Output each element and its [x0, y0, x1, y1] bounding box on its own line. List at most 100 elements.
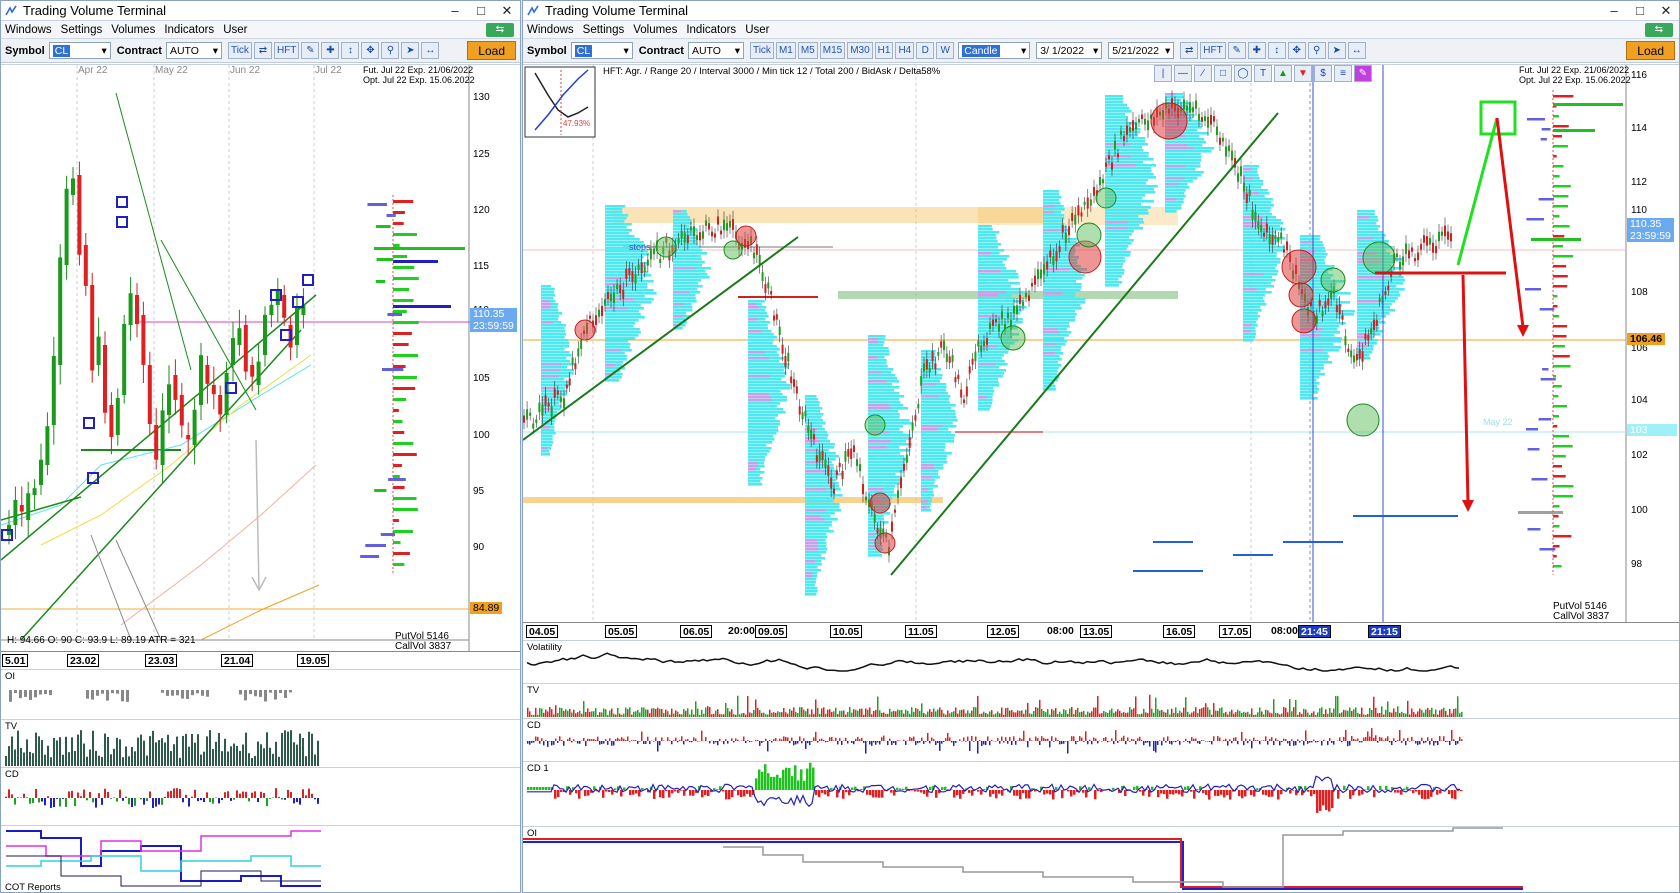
minimize-button[interactable]: – — [1601, 3, 1627, 18]
crosshair-icon[interactable]: ✚ — [1247, 42, 1266, 59]
tv-bar — [1091, 711, 1093, 717]
candle-body — [943, 340, 945, 351]
profile-row — [673, 213, 688, 216]
price-tool-icon[interactable]: $ — [1314, 65, 1332, 82]
right-price-chart[interactable]: 47.93% HFT: Agr. / Range 20 / Interval 3… — [523, 64, 1679, 622]
profile-row — [921, 428, 938, 431]
option-bar — [1553, 365, 1571, 368]
tick-button[interactable]: Tick — [227, 42, 252, 59]
cot-panel[interactable]: COT Reports — [1, 825, 520, 892]
timeframe-m15[interactable]: M15 — [819, 42, 846, 59]
timeframe-tick[interactable]: Tick — [749, 42, 774, 59]
vertical-line-tool-icon[interactable]: | — [1154, 65, 1172, 82]
trend-line-tool-icon[interactable]: ∕ — [1194, 65, 1212, 82]
pen-icon[interactable]: ✎ — [1227, 42, 1246, 59]
horizontal-resize-icon[interactable]: ↔ — [421, 42, 440, 59]
arrow-up-tool-icon[interactable]: ▲ — [1274, 65, 1292, 82]
ellipse-tool-icon[interactable]: ◯ — [1234, 65, 1252, 82]
oi-panel[interactable]: OI — [523, 826, 1679, 892]
timeframe-m30[interactable]: M30 — [847, 42, 873, 59]
contract-select[interactable]: AUTO ▾ — [687, 42, 744, 59]
arrows-icon[interactable]: ⇄ — [1180, 42, 1199, 59]
contract-select[interactable]: AUTO ▾ — [165, 42, 222, 59]
cd-bar — [805, 741, 807, 750]
menu-settings[interactable]: Settings — [583, 24, 625, 36]
menu-settings[interactable]: Settings — [61, 24, 103, 36]
timeframe-h4[interactable]: H4 — [895, 42, 915, 59]
maximize-button[interactable]: □ — [1627, 3, 1653, 18]
timeframe-d[interactable]: D — [916, 42, 935, 59]
symbol-select[interactable]: CL ▾ — [570, 42, 633, 59]
rectangle-tool-icon[interactable]: □ — [1214, 65, 1232, 82]
candle-body — [686, 235, 689, 243]
tv-bar — [1157, 709, 1159, 717]
cursor-icon[interactable]: ➤ — [1327, 42, 1346, 59]
left-price-chart[interactable]: Apr 22 May 22 Jun 22 Jul 22 Fut. Jul 22 … — [1, 64, 520, 651]
timeframe-m1[interactable]: M1 — [775, 42, 796, 59]
menu-volumes[interactable]: Volumes — [633, 24, 677, 36]
cd-panel[interactable]: CD — [1, 767, 520, 825]
timeframe-w[interactable]: W — [936, 42, 955, 59]
cd-bar — [62, 798, 64, 799]
menu-windows[interactable]: Windows — [527, 24, 574, 36]
profile-row — [748, 327, 768, 330]
cd-bar — [1041, 736, 1043, 741]
load-button[interactable]: Load — [1626, 41, 1675, 60]
hft-button[interactable]: HFT — [1200, 42, 1226, 59]
menu-indicators[interactable]: Indicators — [686, 24, 736, 36]
timeframe-h1[interactable]: H1 — [874, 42, 894, 59]
cd-bar — [539, 741, 541, 744]
menu-user[interactable]: User — [745, 24, 769, 36]
timeframe-m5[interactable]: M5 — [797, 42, 818, 59]
hft-button[interactable]: HFT — [273, 42, 300, 59]
zoom-icon[interactable]: ⚲ — [381, 42, 400, 59]
menu-user[interactable]: User — [223, 24, 247, 36]
move-icon[interactable]: ✥ — [361, 42, 380, 59]
cursor-icon[interactable]: ➤ — [401, 42, 420, 59]
candle-body — [714, 233, 716, 238]
pen-icon[interactable]: ✎ — [301, 42, 320, 59]
text-tool-icon[interactable]: T — [1254, 65, 1272, 82]
tv-bar — [62, 754, 64, 766]
tv-panel[interactable]: TV — [523, 683, 1679, 718]
move-icon[interactable]: ✥ — [1287, 42, 1306, 59]
arrows-icon[interactable]: ⇄ — [253, 42, 272, 59]
profile-row — [868, 455, 905, 458]
close-button[interactable]: ✕ — [1653, 3, 1679, 19]
profile-row — [1357, 240, 1389, 243]
cd1-panel[interactable]: CD 1 — [523, 761, 1679, 826]
vertical-resize-icon[interactable]: ↕ — [341, 42, 360, 59]
horizontal-line-tool-icon[interactable]: — — [1174, 65, 1192, 82]
minimize-button[interactable]: – — [442, 3, 468, 18]
cd-bar — [1057, 739, 1059, 741]
tv-bar — [567, 710, 569, 717]
vertical-resize-icon[interactable]: ↕ — [1267, 42, 1286, 59]
date-from-picker[interactable]: 3/ 1/2022 ▾ — [1036, 42, 1103, 59]
fibonacci-tool-icon[interactable]: ≡ — [1334, 65, 1352, 82]
menu-windows[interactable]: Windows — [5, 24, 52, 36]
symbol-select[interactable]: CL ▾ — [48, 42, 111, 59]
crosshair-icon[interactable]: ✚ — [321, 42, 340, 59]
sync-icon[interactable]: ⇆ — [1645, 22, 1673, 37]
menu-volumes[interactable]: Volumes — [111, 24, 155, 36]
oi-panel[interactable]: OI — [1, 669, 520, 719]
chart-type-select[interactable]: Candle ▾ — [958, 42, 1031, 59]
tv-panel[interactable]: TV — [1, 719, 520, 767]
maximize-button[interactable]: □ — [468, 3, 494, 18]
date-to-picker[interactable]: 5/21/2022 ▾ — [1108, 42, 1175, 59]
candle-body — [1064, 232, 1067, 244]
menu-indicators[interactable]: Indicators — [164, 24, 214, 36]
arrow-down-tool-icon[interactable]: ▼ — [1294, 65, 1312, 82]
horizontal-resize-icon[interactable]: ↔ — [1347, 42, 1366, 59]
tv-bar — [711, 714, 713, 717]
sync-icon[interactable]: ⇆ — [486, 22, 514, 37]
cd-bar — [1357, 738, 1359, 741]
cd-panel[interactable]: CD — [523, 718, 1679, 761]
tv-bar — [1325, 709, 1327, 717]
zoom-icon[interactable]: ⚲ — [1307, 42, 1326, 59]
candle-body — [770, 290, 773, 295]
close-button[interactable]: ✕ — [494, 3, 520, 19]
brush-tool-icon[interactable]: ✎ — [1354, 65, 1372, 82]
load-button[interactable]: Load — [467, 41, 516, 60]
volatility-panel[interactable]: Volatility — [523, 640, 1679, 683]
